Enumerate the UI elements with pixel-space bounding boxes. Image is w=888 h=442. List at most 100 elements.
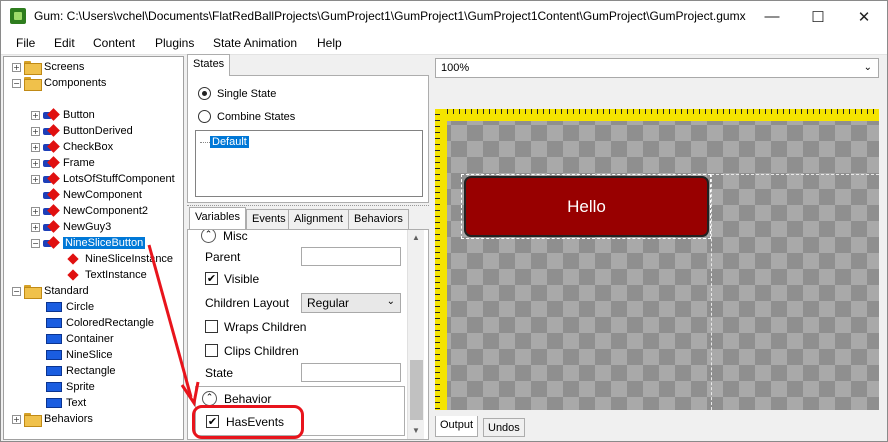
folder-icon — [24, 61, 42, 75]
parent-label: Parent — [205, 250, 241, 264]
expand-icon[interactable]: + — [12, 414, 21, 424]
state-input[interactable] — [301, 363, 401, 382]
collapse-icon[interactable]: − — [12, 286, 21, 296]
combine-states-label: Combine States — [217, 110, 296, 123]
single-state-option[interactable]: Single State — [198, 87, 276, 100]
expand-icon[interactable]: + — [31, 222, 40, 232]
state-list[interactable]: Default — [195, 130, 423, 197]
tree-item-instance[interactable]: TextInstance — [66, 267, 147, 283]
combine-states-option[interactable]: Combine States — [198, 110, 295, 123]
state-label: State — [205, 366, 234, 380]
expand-icon[interactable]: + — [31, 158, 40, 168]
tree-item-component[interactable]: + LotsOfStuffComponent — [31, 171, 175, 187]
single-state-label: Single State — [217, 87, 277, 100]
tab-behaviors[interactable]: Behaviors — [348, 209, 409, 229]
folder-icon — [24, 413, 42, 427]
window-title: Gum: C:\Users\vchel\Documents\FlatRedBal… — [34, 9, 746, 23]
menu-state-animation[interactable]: State Animation — [213, 36, 297, 50]
horizontal-ruler[interactable] — [435, 109, 879, 121]
instance-icon — [67, 269, 79, 281]
scroll-down-icon[interactable]: ▼ — [412, 426, 420, 435]
menu-help[interactable]: Help — [317, 36, 342, 50]
tree-item-screens[interactable]: + Screens — [12, 59, 84, 75]
visible-checkbox[interactable]: ✔ — [205, 272, 218, 285]
tree-item-component[interactable]: + Button — [31, 107, 95, 123]
tree-item-standard[interactable]: − Standard — [12, 283, 89, 299]
tree-item-label: Container — [66, 333, 114, 345]
tree-item-label: NewComponent2 — [63, 205, 148, 217]
tree-item-standard-element[interactable]: Circle — [46, 299, 94, 315]
preview-button[interactable]: Hello — [464, 176, 709, 237]
menu-plugins[interactable]: Plugins — [155, 36, 194, 50]
standard-element-icon — [46, 398, 62, 408]
tree-item-standard-element[interactable]: ColoredRectangle — [46, 315, 154, 331]
tree-item-label: Sprite — [66, 381, 95, 393]
component-icon — [43, 189, 59, 201]
menu-file[interactable]: File — [16, 36, 35, 50]
expand-icon[interactable]: + — [31, 110, 40, 120]
component-icon — [43, 141, 59, 153]
component-icon — [43, 205, 59, 217]
tab-states[interactable]: States — [187, 54, 231, 76]
states-panel: Single State Combine States Default — [187, 75, 429, 203]
tree-item-standard-element[interactable]: Container — [46, 331, 114, 347]
zoom-dropdown[interactable]: 100% ⌄ — [435, 58, 879, 78]
tree-item-component[interactable]: + CheckBox — [31, 139, 113, 155]
tree-item-label: ColoredRectangle — [66, 317, 155, 329]
variables-scrollbar[interactable]: ▲ ▼ — [407, 230, 424, 439]
tree-item-component[interactable]: NewComponent — [43, 187, 142, 203]
children-layout-value: Regular — [307, 296, 350, 310]
tree-item-component[interactable]: + ButtonDerived — [31, 123, 133, 139]
expand-icon[interactable]: + — [31, 174, 40, 184]
collapse-category-icon[interactable]: ⌃ — [202, 391, 217, 406]
tab-alignment[interactable]: Alignment — [288, 209, 349, 229]
tree-item-standard-element[interactable]: Text — [46, 395, 86, 411]
minimize-button[interactable]: — — [749, 1, 795, 32]
tree-item-nineslicebutton[interactable]: − NineSliceButton — [31, 235, 146, 251]
tree-item-standard-element[interactable]: NineSlice — [46, 347, 112, 363]
tree-item-instance[interactable]: NineSliceInstance — [66, 251, 173, 267]
clips-children-label: Clips Children — [224, 344, 299, 358]
tree-item-behaviors[interactable]: + Behaviors — [12, 411, 93, 427]
scroll-up-icon[interactable]: ▲ — [412, 233, 420, 242]
expand-icon[interactable]: + — [31, 142, 40, 152]
tab-undos[interactable]: Undos — [483, 418, 525, 437]
scrollbar-thumb[interactable] — [410, 360, 423, 420]
tab-variables[interactable]: Variables — [189, 207, 247, 229]
component-icon — [43, 237, 59, 249]
tree-item-standard-element[interactable]: Sprite — [46, 379, 95, 395]
expand-icon[interactable]: + — [12, 62, 21, 72]
combine-states-radio[interactable] — [198, 110, 211, 123]
vertical-ruler[interactable] — [435, 109, 447, 410]
wraps-children-checkbox[interactable] — [205, 320, 218, 333]
menu-content[interactable]: Content — [93, 36, 135, 50]
tab-output[interactable]: Output — [435, 416, 479, 437]
tree-item-component[interactable]: + NewGuy3 — [31, 219, 111, 235]
collapse-icon[interactable]: − — [12, 78, 21, 88]
tree-item-components[interactable]: − Components — [12, 75, 106, 91]
tree-item-component[interactable]: + Frame — [31, 155, 95, 171]
project-tree[interactable]: + Screens − Components + Button + Button… — [3, 56, 184, 440]
component-icon — [43, 125, 59, 137]
canvas-bounds-outline — [711, 174, 879, 410]
behavior-category-label: Behavior — [224, 392, 272, 406]
children-layout-dropdown[interactable]: Regular ⌄ — [301, 293, 401, 313]
single-state-radio[interactable] — [198, 87, 211, 100]
tree-item-component[interactable]: + NewComponent2 — [31, 203, 148, 219]
maximize-button[interactable]: ☐ — [795, 1, 841, 32]
collapse-icon[interactable]: − — [31, 238, 40, 248]
component-icon — [43, 109, 59, 121]
chevron-down-icon: ⌄ — [386, 296, 395, 307]
close-button[interactable]: ✕ — [841, 1, 887, 32]
menu-edit[interactable]: Edit — [54, 36, 75, 50]
tree-item-label: Circle — [66, 301, 95, 313]
state-item-default[interactable]: Default — [210, 136, 249, 148]
parent-input[interactable] — [301, 247, 401, 266]
properties-tabstrip: Variables Events Alignment Behaviors — [187, 207, 429, 229]
clips-children-checkbox[interactable] — [205, 344, 218, 357]
expand-icon[interactable]: + — [31, 126, 40, 136]
tree-item-standard-element[interactable]: Rectangle — [46, 363, 116, 379]
collapse-category-icon[interactable]: ⌃ — [201, 230, 216, 243]
expand-icon[interactable]: + — [31, 206, 40, 216]
tab-events[interactable]: Events — [246, 209, 292, 229]
